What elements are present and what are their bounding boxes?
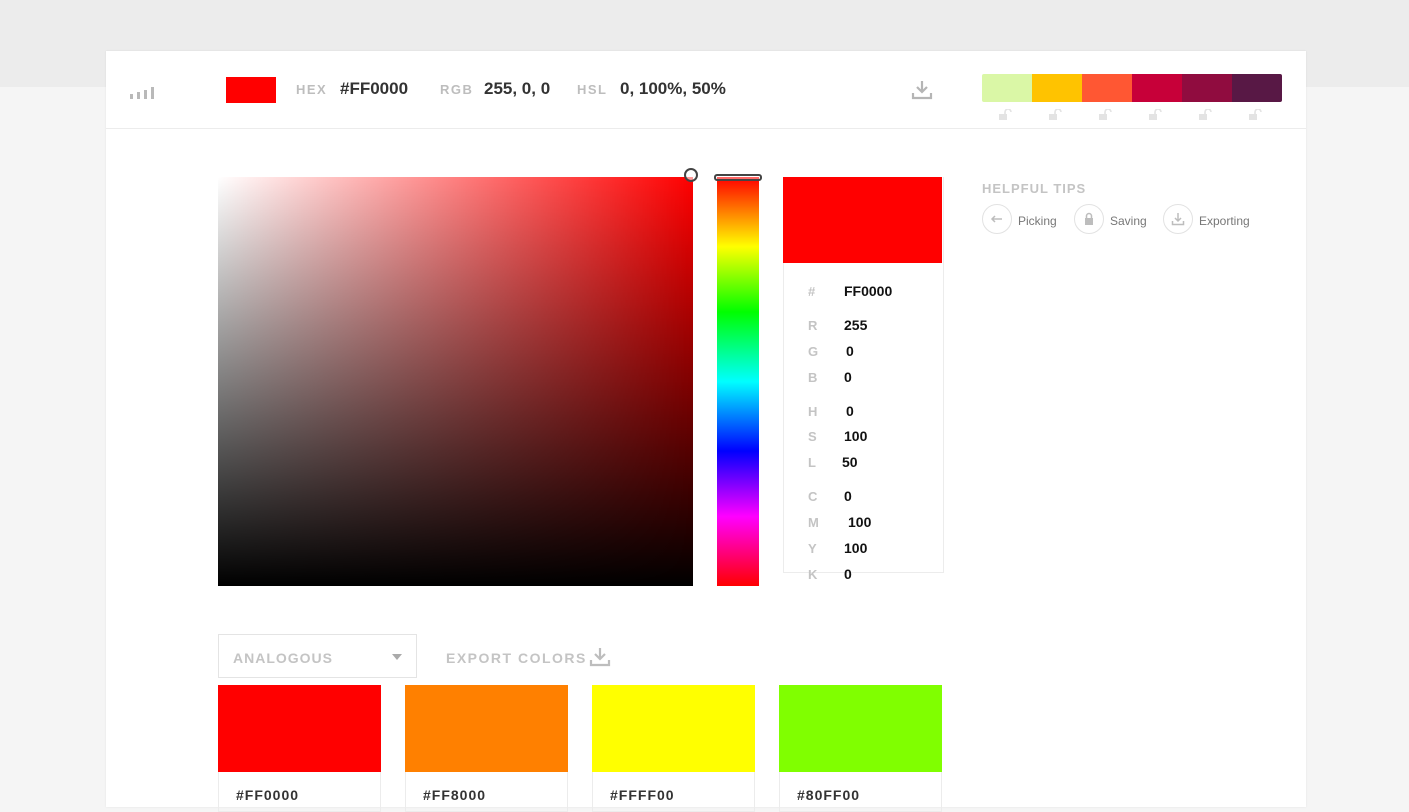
levels-icon[interactable]: [130, 83, 156, 99]
detail-key: R: [808, 318, 818, 333]
lock-icon: [1085, 212, 1093, 225]
detail-value[interactable]: 0: [844, 369, 852, 385]
palette-locks: [982, 109, 1282, 121]
scheme-color-swatch[interactable]: [218, 685, 381, 772]
detail-value[interactable]: 255: [844, 317, 867, 333]
detail-key: S: [808, 429, 817, 444]
scheme-color-hex: #80FF00: [779, 772, 942, 812]
rgb-label: RGB: [440, 82, 474, 97]
hex-value[interactable]: #FF0000: [340, 79, 408, 99]
detail-key: M: [808, 515, 819, 530]
hex-label: HEX: [296, 82, 328, 97]
download-icon[interactable]: [589, 646, 611, 668]
scheme-color-card[interactable]: #FF8000: [405, 685, 568, 812]
export-colors-button[interactable]: EXPORT COLORS: [446, 650, 587, 666]
detail-value[interactable]: 0: [846, 403, 854, 419]
arrow-left-icon: [990, 215, 1002, 223]
detail-color-swatch: [783, 177, 942, 263]
detail-key: C: [808, 489, 818, 504]
download-icon[interactable]: [911, 79, 933, 101]
rgb-value[interactable]: 255, 0, 0: [484, 79, 550, 99]
scheme-color-swatch[interactable]: [405, 685, 568, 772]
tip-picking-label[interactable]: Picking: [1018, 214, 1057, 228]
download-icon: [1171, 213, 1185, 226]
scheme-color-swatch[interactable]: [592, 685, 755, 772]
detail-value[interactable]: 0: [844, 488, 852, 504]
detail-value[interactable]: 50: [842, 454, 858, 470]
detail-key: L: [808, 455, 816, 470]
detail-value[interactable]: FF0000: [844, 283, 892, 299]
saved-palette: [982, 74, 1282, 102]
palette-swatch[interactable]: [1032, 74, 1082, 102]
unlock-icon[interactable]: [1148, 109, 1162, 120]
palette-swatch[interactable]: [1132, 74, 1182, 102]
unlock-icon[interactable]: [998, 109, 1012, 120]
unlock-icon[interactable]: [1198, 109, 1212, 120]
unlock-icon[interactable]: [1098, 109, 1112, 120]
detail-key: H: [808, 404, 818, 419]
current-color-swatch: [226, 77, 276, 103]
color-picker-card: HEX #FF0000 RGB 255, 0, 0 HSL 0, 100%, 5…: [106, 51, 1306, 812]
scheme-color-hex: #FF0000: [218, 772, 381, 812]
scheme-color-card[interactable]: #FF0000: [218, 685, 381, 812]
scheme-color-card[interactable]: #80FF00: [779, 685, 942, 812]
scheme-select-value: ANALOGOUS: [233, 650, 333, 666]
detail-value[interactable]: 0: [844, 566, 852, 582]
hsl-value[interactable]: 0, 100%, 50%: [620, 79, 726, 99]
helpful-tips-title: HELPFUL TIPS: [982, 181, 1087, 196]
detail-value[interactable]: 100: [844, 428, 867, 444]
detail-key: B: [808, 370, 818, 385]
hsl-label: HSL: [577, 82, 608, 97]
detail-key: #: [808, 284, 816, 299]
scheme-color-card[interactable]: #FFFF00: [592, 685, 755, 812]
palette-swatch[interactable]: [1182, 74, 1232, 102]
unlock-icon[interactable]: [1248, 109, 1262, 120]
color-picker-handle[interactable]: [684, 168, 698, 182]
tip-saving-button[interactable]: [1074, 204, 1104, 234]
tip-exporting-button[interactable]: [1163, 204, 1193, 234]
detail-key: Y: [808, 541, 817, 556]
chevron-down-icon: [392, 654, 402, 660]
tip-saving-label[interactable]: Saving: [1110, 214, 1147, 228]
hue-slider[interactable]: [717, 177, 759, 586]
saturation-lightness-area[interactable]: [218, 177, 693, 586]
tip-picking-button[interactable]: [982, 204, 1012, 234]
top-bar: HEX #FF0000 RGB 255, 0, 0 HSL 0, 100%, 5…: [106, 51, 1306, 129]
detail-value[interactable]: 100: [844, 540, 867, 556]
palette-swatch[interactable]: [1082, 74, 1132, 102]
unlock-icon[interactable]: [1048, 109, 1062, 120]
scheme-color-swatch[interactable]: [779, 685, 942, 772]
palette-swatch[interactable]: [1232, 74, 1282, 102]
detail-value[interactable]: 0: [846, 343, 854, 359]
detail-value[interactable]: 100: [848, 514, 871, 530]
detail-key: K: [808, 567, 818, 582]
hue-slider-handle[interactable]: [714, 174, 762, 181]
detail-key: G: [808, 344, 819, 359]
scheme-color-hex: #FF8000: [405, 772, 568, 812]
scheme-select[interactable]: ANALOGOUS: [218, 634, 417, 678]
scheme-color-hex: #FFFF00: [592, 772, 755, 812]
palette-swatch[interactable]: [982, 74, 1032, 102]
tip-exporting-label[interactable]: Exporting: [1199, 214, 1250, 228]
